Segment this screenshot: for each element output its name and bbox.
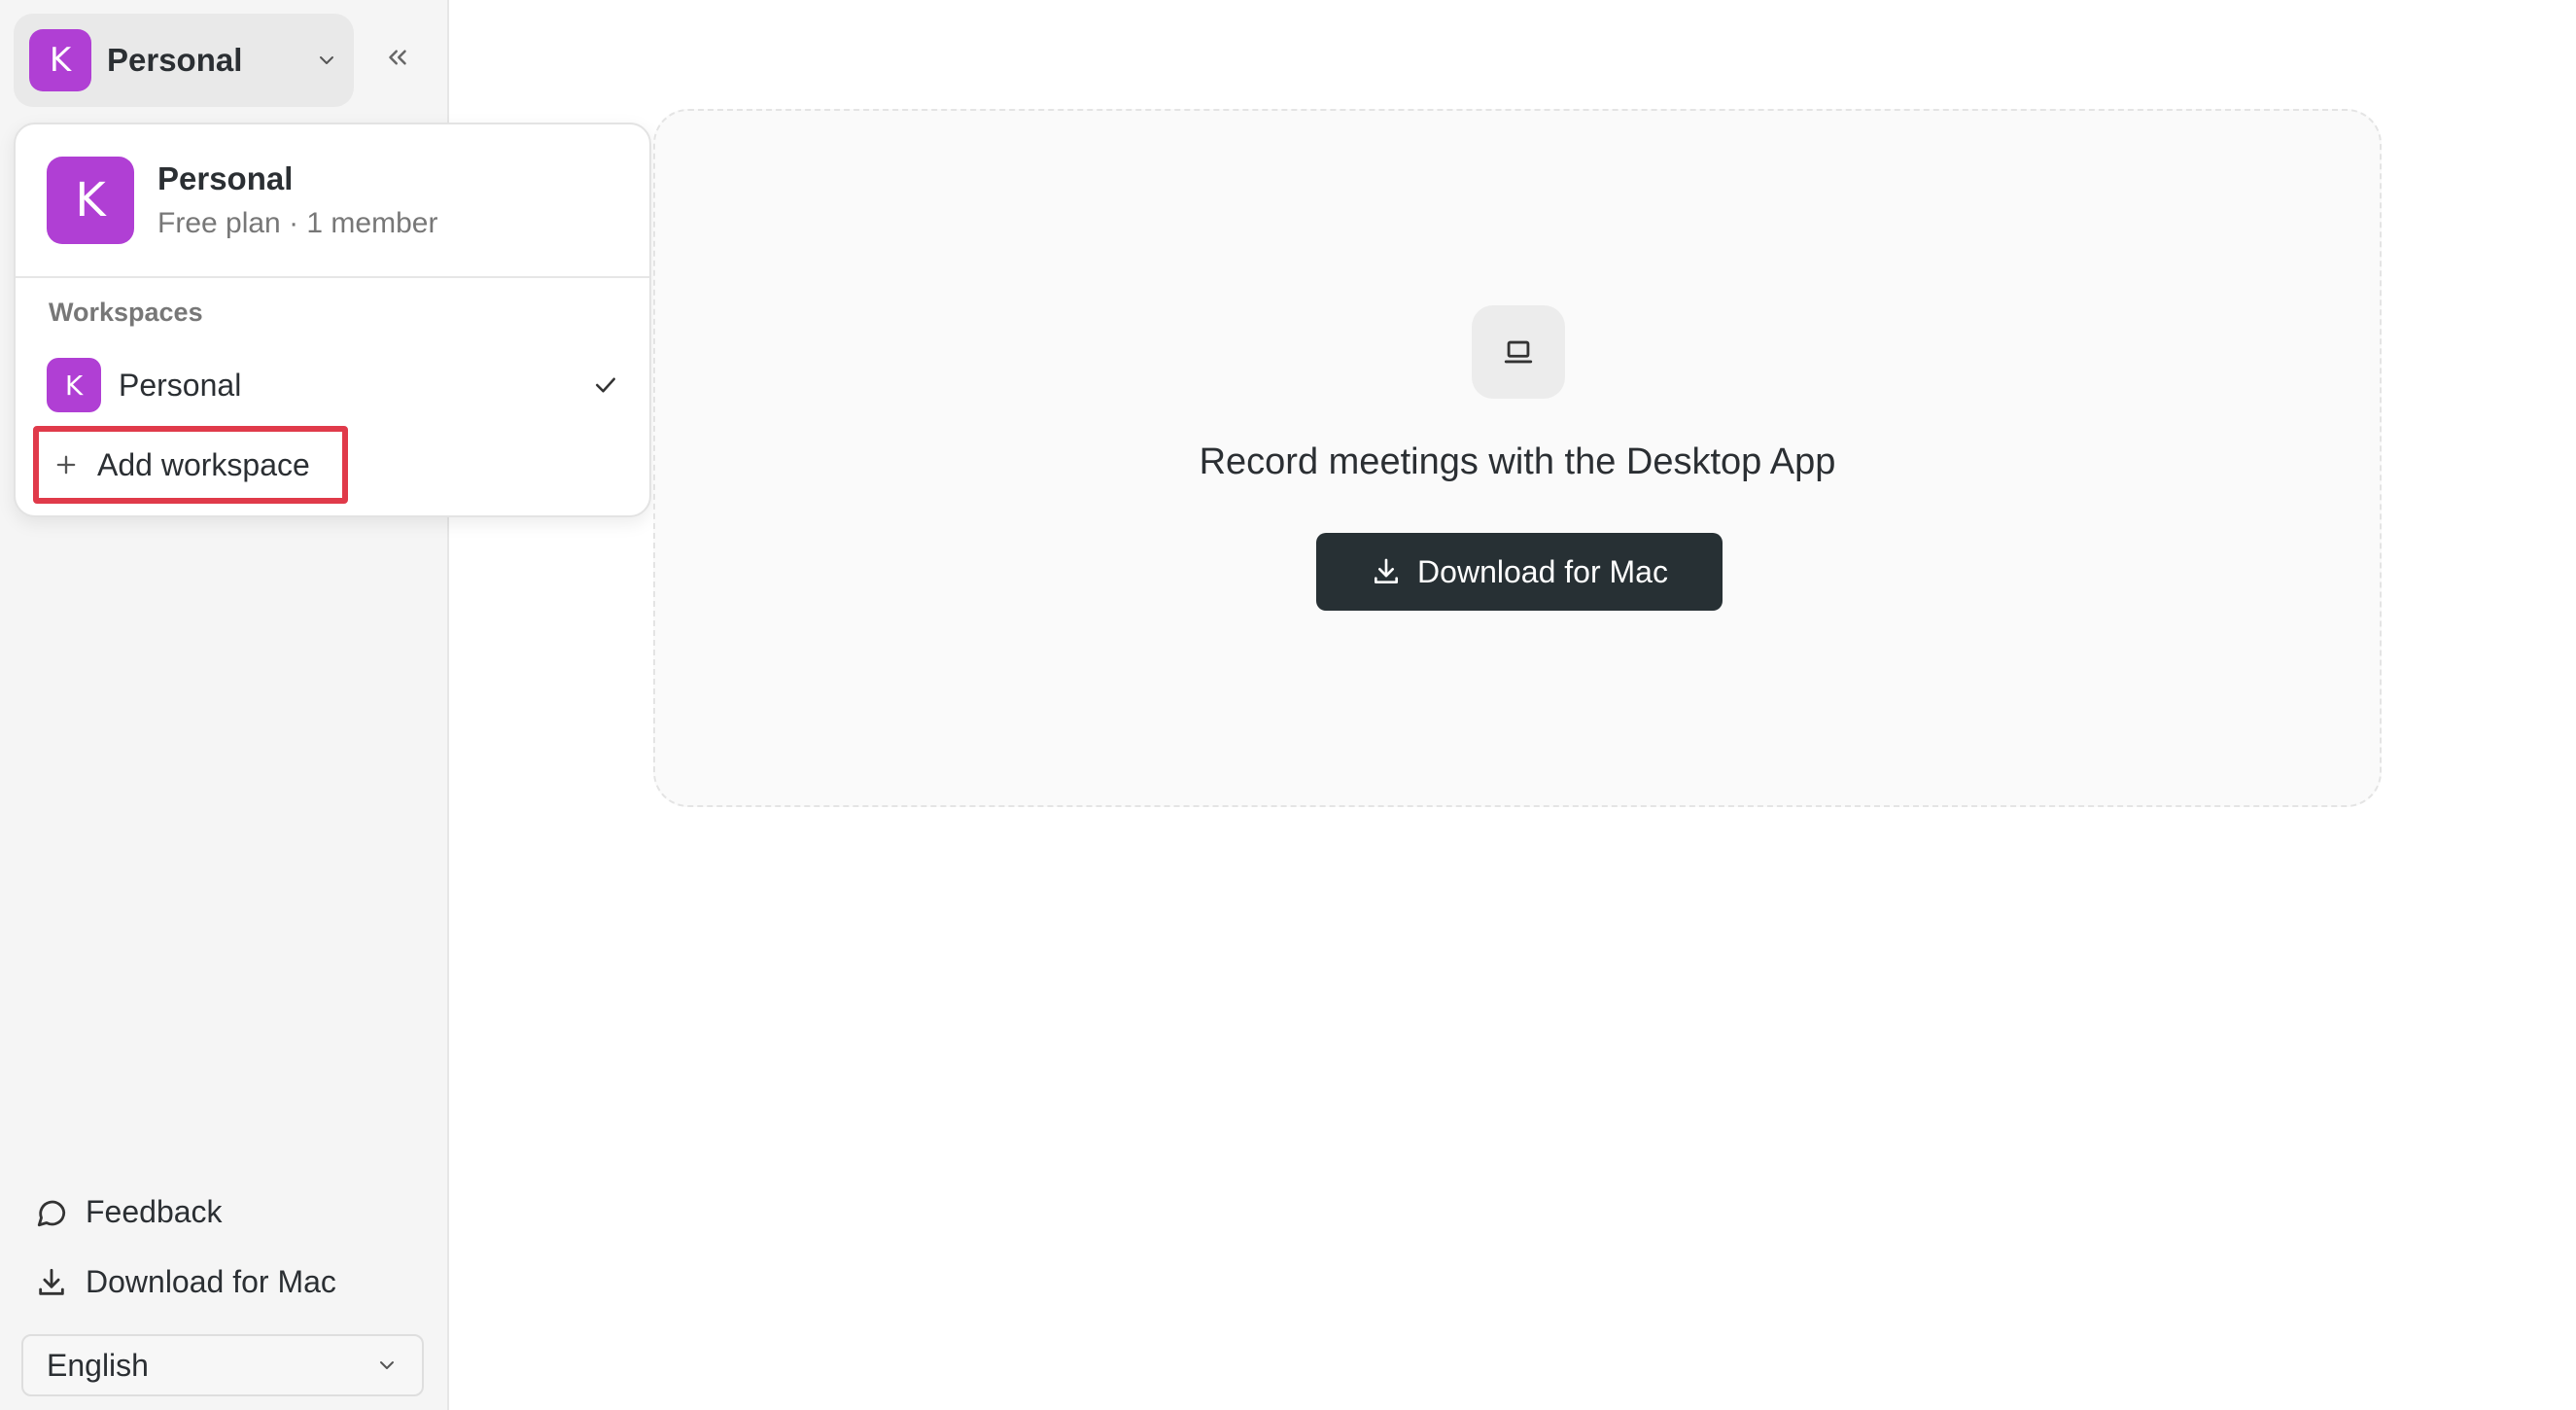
- current-workspace-info: Personal Free plan · 1 member: [157, 160, 437, 240]
- plus-icon: [56, 455, 76, 475]
- workspaces-section-label: Workspaces: [49, 298, 203, 327]
- feedback-label: Feedback: [86, 1194, 223, 1229]
- current-workspace-name: Personal: [157, 160, 294, 196]
- app-root: K Personal Feedback Download for Mac Eng…: [0, 0, 2576, 1410]
- collapse-sidebar-button[interactable]: [377, 37, 418, 78]
- check-icon: [596, 377, 615, 393]
- current-workspace-plan: Free plan · 1 member: [157, 207, 438, 239]
- workspace-item-avatar: K: [47, 358, 101, 412]
- download-button-label: Download for Mac: [1417, 553, 1668, 589]
- workspace-avatar: K: [29, 29, 91, 91]
- add-workspace-label: Add workspace: [97, 446, 310, 482]
- language-value: English: [47, 1347, 149, 1383]
- laptop-icon: [1504, 340, 1533, 364]
- chevron-down-icon: [380, 1361, 394, 1369]
- collapse-left-icon: [389, 50, 406, 65]
- download-icon: [39, 1268, 64, 1295]
- workspace-item-personal[interactable]: K Personal: [47, 354, 630, 416]
- feedback-link[interactable]: Feedback: [35, 1194, 223, 1230]
- workspace-item-label: Personal: [119, 367, 242, 403]
- workspace-name: Personal: [107, 42, 243, 78]
- chevron-down-icon: [320, 56, 333, 64]
- current-workspace-avatar: K: [47, 157, 134, 244]
- download-for-mac-button[interactable]: Download for Mac: [1316, 533, 1723, 611]
- download-link[interactable]: Download for Mac: [35, 1264, 336, 1300]
- card-title: Record meetings with the Desktop App: [1199, 441, 1836, 482]
- download-label: Download for Mac: [86, 1264, 336, 1299]
- add-workspace-button[interactable]: Add workspace: [33, 426, 348, 504]
- workspace-switcher[interactable]: K Personal: [14, 14, 354, 107]
- language-select[interactable]: English: [21, 1334, 424, 1396]
- current-workspace-header: K Personal Free plan · 1 member: [16, 124, 649, 278]
- desktop-app-card: Record meetings with the Desktop App Dow…: [653, 109, 2382, 807]
- chat-bubble-icon: [37, 1200, 66, 1226]
- workspace-dropdown: K Personal Free plan · 1 member Workspac…: [14, 123, 651, 517]
- laptop-icon-tile: [1472, 305, 1565, 399]
- download-icon: [1375, 558, 1399, 583]
